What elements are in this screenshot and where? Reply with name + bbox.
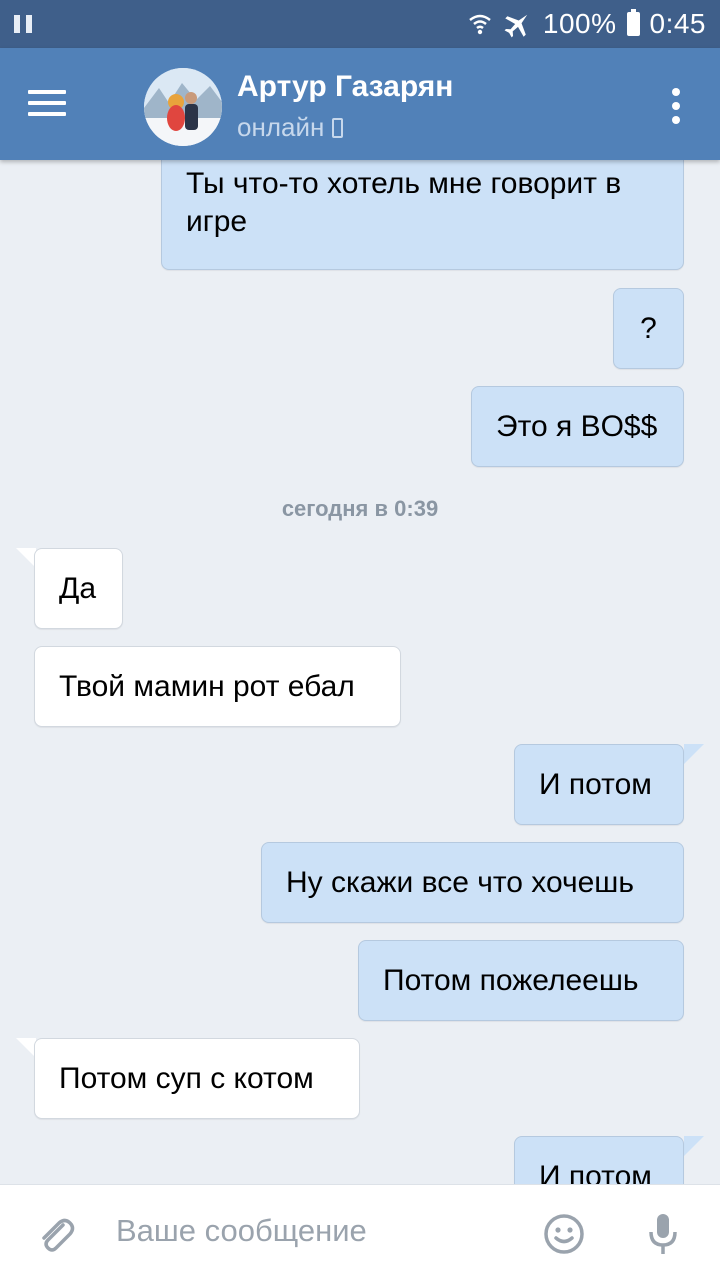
battery-percent: 100% xyxy=(542,8,617,39)
wifi-icon xyxy=(469,14,491,35)
bubble-tail xyxy=(684,744,704,764)
message-out[interactable]: Потом пожелеешь xyxy=(358,940,684,1021)
battery-icon xyxy=(626,9,640,36)
message-out[interactable]: Ты что-то хотель мне говорит в игре xyxy=(161,160,684,270)
status-bar: 100% 0:45 xyxy=(0,0,720,48)
smile-icon[interactable] xyxy=(543,1213,585,1255)
message-text: Это я BO$$ xyxy=(496,409,658,443)
bubble-tail xyxy=(684,1136,704,1156)
pause-icon xyxy=(14,15,36,33)
message-list[interactable]: Ты что-то хотель мне говорит в игре ? Эт… xyxy=(0,160,720,1184)
bubble-tail xyxy=(16,548,36,568)
status-icons: 100% 0:45 xyxy=(467,8,706,40)
message-text: Да xyxy=(59,571,97,605)
clock: 0:45 xyxy=(649,8,706,39)
message-in[interactable]: Да xyxy=(34,548,123,629)
message-text: Потом суп с котом xyxy=(59,1061,314,1095)
bubble-tail xyxy=(16,1038,36,1058)
message-out[interactable]: Это я BO$$ xyxy=(471,386,684,467)
message-out[interactable]: И потом xyxy=(514,1136,684,1184)
message-in[interactable]: Твой мамин рот ебал xyxy=(34,646,401,727)
phone-icon xyxy=(332,117,344,138)
message-text: Ну скажи все что хочешь xyxy=(286,865,635,899)
message-in[interactable]: Потом суп с котом xyxy=(34,1038,360,1119)
message-text: Потом пожелеешь xyxy=(383,963,639,997)
message-out[interactable]: Ну скажи все что хочешь xyxy=(261,842,684,923)
message-out[interactable]: ? xyxy=(613,288,684,369)
message-text: ? xyxy=(640,311,657,345)
more-icon[interactable] xyxy=(668,88,684,124)
message-out[interactable]: И потом xyxy=(514,744,684,825)
contact-name[interactable]: Артур Газарян xyxy=(237,70,453,104)
message-text: Ты что-то хотель мне говорит в игре xyxy=(186,167,622,238)
message-text: И потом xyxy=(539,1159,652,1185)
airplane-icon xyxy=(504,14,528,38)
paperclip-icon[interactable] xyxy=(34,1213,78,1257)
chat-header: Артур Газарян онлайн xyxy=(0,48,720,160)
message-text: И потом xyxy=(539,767,652,801)
date-separator: сегодня в 0:39 xyxy=(281,496,439,521)
online-status: онлайн xyxy=(237,112,325,142)
microphone-icon[interactable] xyxy=(646,1212,680,1258)
message-input[interactable]: Ваше сообщение xyxy=(116,1213,367,1249)
message-composer: Ваше сообщение xyxy=(0,1184,720,1280)
contact-status: онлайн xyxy=(237,112,344,143)
message-text: Твой мамин рот ебал xyxy=(59,669,355,703)
avatar[interactable] xyxy=(144,68,222,146)
menu-icon[interactable] xyxy=(28,90,68,118)
